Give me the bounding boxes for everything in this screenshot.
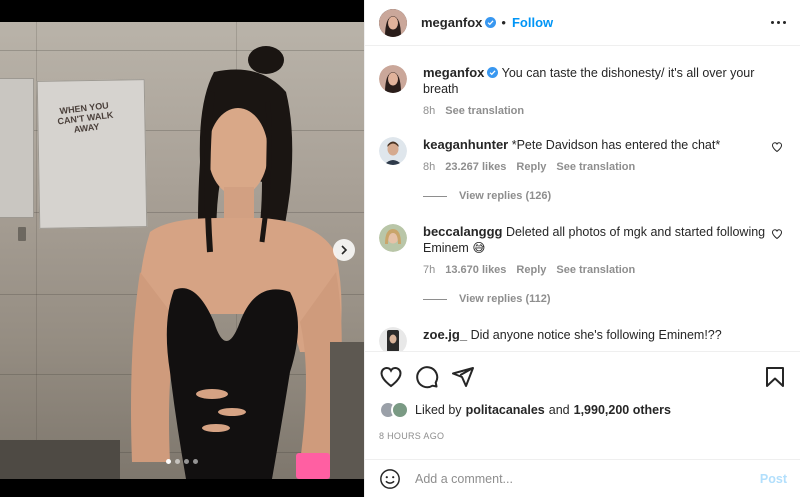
carousel-dot bbox=[193, 459, 198, 464]
caption-time: 8h bbox=[423, 105, 436, 117]
instagram-post-modal: WHEN YOU CAN'T WALK AWAY meganfox • Foll… bbox=[0, 0, 800, 497]
commenter-avatar[interactable] bbox=[379, 137, 407, 165]
chevron-right-icon bbox=[341, 245, 348, 255]
verified-badge-icon bbox=[487, 67, 499, 78]
comment-likes[interactable]: 23.267 likes bbox=[445, 159, 506, 175]
view-replies-label: View replies (126) bbox=[459, 190, 552, 202]
carousel-dot bbox=[166, 459, 171, 464]
post-photo: WHEN YOU CAN'T WALK AWAY bbox=[0, 22, 364, 479]
emoji-icon[interactable] bbox=[379, 468, 401, 490]
comment-time: 7h bbox=[423, 264, 436, 276]
comment-time: 8h bbox=[423, 161, 436, 173]
likes-summary: Liked by politacanales and 1,990,200 oth… bbox=[379, 401, 671, 419]
commenter-username[interactable]: zoe.jg_ bbox=[423, 327, 467, 342]
reply-button[interactable]: Reply bbox=[516, 262, 546, 278]
likes-prefix: Liked by bbox=[415, 403, 462, 417]
separator-dot: • bbox=[501, 15, 506, 30]
comment-text: Did anyone notice she's following Eminem… bbox=[470, 328, 722, 342]
author-avatar[interactable] bbox=[379, 8, 407, 37]
next-photo-button[interactable] bbox=[333, 239, 355, 261]
carousel-dot bbox=[175, 459, 180, 464]
post-header: meganfox • Follow bbox=[365, 0, 800, 46]
author-username[interactable]: meganfox bbox=[421, 15, 482, 30]
verified-badge-icon bbox=[485, 17, 497, 28]
likes-and: and bbox=[548, 403, 570, 417]
carousel-indicator bbox=[166, 459, 198, 464]
share-icon[interactable] bbox=[451, 365, 475, 389]
heart-icon[interactable] bbox=[771, 228, 783, 240]
add-comment-bar: Post bbox=[365, 459, 800, 497]
heart-icon[interactable] bbox=[379, 365, 403, 389]
carousel-dot bbox=[184, 459, 189, 464]
commenter-username[interactable]: keaganhunter bbox=[423, 137, 508, 152]
heart-icon[interactable] bbox=[771, 141, 783, 153]
liker-username[interactable]: politacanales bbox=[466, 403, 545, 417]
post-actions bbox=[365, 351, 800, 401]
comment-icon[interactable] bbox=[415, 365, 439, 389]
comment-input[interactable] bbox=[415, 471, 760, 486]
comments-list: meganfox You can taste the dishonesty/ i… bbox=[365, 47, 800, 351]
see-translation-link[interactable]: See translation bbox=[556, 159, 635, 175]
view-replies-link[interactable]: View replies (126) bbox=[423, 190, 551, 202]
post-comment-button[interactable]: Post bbox=[760, 472, 787, 486]
post-media: WHEN YOU CAN'T WALK AWAY bbox=[0, 0, 364, 497]
liker-avatar bbox=[391, 401, 409, 419]
view-replies-label: View replies (112) bbox=[459, 293, 551, 305]
follow-button[interactable]: Follow bbox=[512, 15, 553, 30]
person-figure bbox=[0, 46, 364, 479]
commenter-avatar[interactable] bbox=[379, 224, 407, 252]
comment-text: *Pete Davidson has entered the chat* bbox=[511, 138, 721, 152]
see-translation-link[interactable]: See translation bbox=[445, 103, 524, 119]
more-options-icon[interactable] bbox=[771, 21, 786, 24]
view-replies-link[interactable]: View replies (112) bbox=[423, 293, 551, 305]
commenter-username[interactable]: beccalanggg bbox=[423, 224, 502, 239]
bookmark-icon[interactable] bbox=[763, 365, 787, 389]
author-avatar[interactable] bbox=[379, 65, 407, 93]
likes-count[interactable]: 1,990,200 others bbox=[574, 403, 671, 417]
reply-button[interactable]: Reply bbox=[516, 159, 546, 175]
see-translation-link[interactable]: See translation bbox=[556, 262, 635, 278]
post-side-panel: meganfox • Follow meganfox You can taste… bbox=[364, 0, 800, 497]
commenter-avatar[interactable] bbox=[379, 327, 407, 351]
post-timestamp: 8 HOURS AGO bbox=[379, 431, 445, 441]
comment-likes[interactable]: 13.670 likes bbox=[445, 262, 506, 278]
caption-username[interactable]: meganfox bbox=[423, 65, 484, 80]
